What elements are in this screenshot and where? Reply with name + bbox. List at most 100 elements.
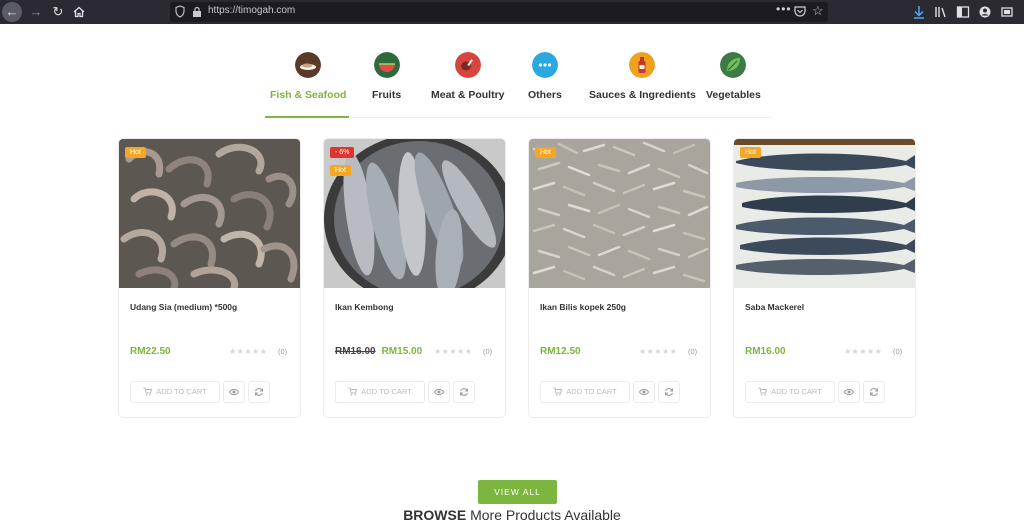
reload-button[interactable]: ↻ — [48, 2, 68, 22]
category-tabs: Fish & Seafood Fruits Meat & Poultry Oth… — [264, 52, 772, 118]
product-card[interactable]: Hot Udang Sia (medium) *500g RM22.50 ★★★… — [118, 138, 301, 418]
eye-icon — [434, 388, 444, 396]
bookmark-star-icon[interactable]: ☆ — [812, 3, 824, 19]
mackerel-bowl-photo[interactable] — [324, 139, 505, 288]
hot-badge: Hot — [330, 165, 351, 176]
add-to-cart-button[interactable]: ADD TO CART — [130, 381, 220, 403]
tab-fruits[interactable]: Fruits — [372, 52, 401, 101]
browser-toolbar: ← → ↻ https://timogah.com ••• ☆ — [0, 0, 1024, 24]
product-price: RM16.00 RM15.00 — [335, 346, 422, 357]
library-icon[interactable] — [934, 4, 948, 20]
shield-icon[interactable] — [175, 5, 185, 18]
rating-stars: ★★★★★ — [434, 347, 473, 356]
hot-badge: Hot — [535, 147, 556, 158]
active-tab-indicator — [265, 116, 349, 118]
quick-view-button[interactable] — [838, 381, 860, 403]
cart-label: ADD TO CART — [156, 387, 207, 396]
discount-badge: - 6% — [330, 147, 355, 158]
compare-button[interactable] — [658, 381, 680, 403]
product-card[interactable]: Hot Saba Mackerel RM16.00 ★★★★★ (0) ADD … — [733, 138, 916, 418]
page-actions-icon[interactable]: ••• — [776, 2, 792, 16]
watermelon-icon — [373, 52, 400, 78]
anchovies-photo[interactable] — [529, 139, 710, 288]
fish-icon — [295, 52, 322, 78]
eye-icon — [229, 388, 239, 396]
home-button[interactable] — [69, 2, 89, 22]
view-all-button[interactable]: VIEW ALL — [478, 480, 557, 504]
tab-label: Vegetables — [706, 89, 761, 101]
rating-count: (0) — [893, 347, 903, 356]
product-price: RM12.50 — [540, 346, 581, 357]
sidebar-icon[interactable] — [956, 4, 970, 20]
rating-count: (0) — [483, 347, 493, 356]
product-card[interactable]: - 6% Hot Ikan Kembong RM16.00 RM15.00 ★★★… — [323, 138, 506, 418]
more-icon — [531, 52, 558, 78]
cart-label: ADD TO CART — [771, 387, 822, 396]
product-name[interactable]: Udang Sia (medium) *500g — [130, 302, 237, 312]
quick-view-button[interactable] — [633, 381, 655, 403]
cart-icon — [758, 387, 768, 396]
rating-count: (0) — [278, 347, 288, 356]
product-name[interactable]: Ikan Kembong — [335, 302, 394, 312]
lock-icon[interactable] — [192, 6, 202, 18]
quick-view-button[interactable] — [223, 381, 245, 403]
meat-icon — [454, 52, 481, 78]
product-card[interactable]: Hot Ikan Bilis kopek 250g RM12.50 ★★★★★ … — [528, 138, 711, 418]
tab-meat-poultry[interactable]: Meat & Poultry — [431, 52, 505, 101]
compare-button[interactable] — [453, 381, 475, 403]
add-to-cart-button[interactable]: ADD TO CART — [335, 381, 425, 403]
download-icon[interactable] — [912, 4, 926, 20]
product-price: RM16.00 — [745, 346, 786, 357]
compare-button[interactable] — [248, 381, 270, 403]
shrimp-photo[interactable] — [119, 139, 300, 288]
account-icon[interactable] — [978, 4, 992, 20]
refresh-icon — [255, 388, 263, 396]
url-bar[interactable]: https://timogah.com ••• ☆ — [170, 2, 828, 22]
add-to-cart-button[interactable]: ADD TO CART — [540, 381, 630, 403]
rating-count: (0) — [688, 347, 698, 356]
leaf-icon — [720, 52, 747, 78]
eye-icon — [639, 388, 649, 396]
sauce-bottle-icon — [629, 52, 656, 78]
browse-bold: BROWSE — [403, 507, 467, 523]
product-name[interactable]: Saba Mackerel — [745, 302, 804, 312]
current-price: RM12.50 — [540, 346, 581, 357]
cart-label: ADD TO CART — [566, 387, 617, 396]
rating-stars: ★★★★★ — [844, 347, 883, 356]
cart-icon — [348, 387, 358, 396]
compare-button[interactable] — [863, 381, 885, 403]
url-text[interactable]: https://timogah.com — [208, 5, 295, 16]
browse-heading: BROWSE More Products Available — [0, 507, 1024, 523]
rating-stars: ★★★★★ — [639, 347, 678, 356]
browse-text: More Products Available — [466, 507, 621, 523]
screenshot-icon[interactable] — [1000, 4, 1014, 20]
refresh-icon — [460, 388, 468, 396]
cart-icon — [553, 387, 563, 396]
tab-fish-seafood[interactable]: Fish & Seafood — [270, 52, 346, 101]
rating-stars: ★★★★★ — [229, 347, 268, 356]
pocket-icon[interactable] — [794, 5, 806, 18]
cart-label: ADD TO CART — [361, 387, 412, 396]
tab-others[interactable]: Others — [528, 52, 562, 101]
back-button[interactable]: ← — [2, 2, 22, 22]
quick-view-button[interactable] — [428, 381, 450, 403]
tab-label: Fish & Seafood — [270, 89, 347, 101]
refresh-icon — [665, 388, 673, 396]
tab-label: Sauces & Ingredients — [589, 89, 696, 101]
hot-badge: Hot — [740, 147, 761, 158]
hot-badge: Hot — [125, 147, 146, 158]
tab-label: Others — [528, 89, 562, 101]
tab-sauces-ingredients[interactable]: Sauces & Ingredients — [589, 52, 696, 101]
tab-label: Fruits — [372, 89, 402, 101]
product-name[interactable]: Ikan Bilis kopek 250g — [540, 302, 626, 312]
forward-button[interactable]: → — [26, 2, 46, 22]
eye-icon — [844, 388, 854, 396]
saba-mackerel-photo[interactable] — [734, 139, 915, 288]
tab-vegetables[interactable]: Vegetables — [706, 52, 761, 101]
current-price: RM16.00 — [745, 346, 786, 357]
tab-label: Meat & Poultry — [431, 89, 505, 101]
add-to-cart-button[interactable]: ADD TO CART — [745, 381, 835, 403]
home-icon — [73, 6, 85, 18]
cart-icon — [143, 387, 153, 396]
refresh-icon — [870, 388, 878, 396]
